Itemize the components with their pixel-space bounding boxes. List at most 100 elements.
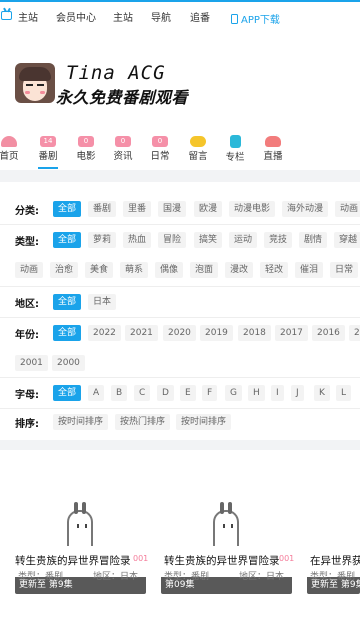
nav-main-site-2[interactable]: 主站 bbox=[113, 9, 133, 24]
filter-chip[interactable]: 美食 bbox=[85, 262, 114, 278]
sort-chip[interactable]: 按时间排序 bbox=[53, 414, 109, 430]
site-logo-avatar[interactable] bbox=[15, 63, 55, 103]
filter-label: 类型: bbox=[15, 237, 39, 248]
category-label: 专栏 bbox=[225, 152, 245, 163]
filter-label: 排序: bbox=[15, 419, 39, 430]
app-download-link[interactable]: APP下载 bbox=[231, 11, 280, 26]
filter-chip[interactable]: K bbox=[314, 385, 330, 401]
filter-chip[interactable]: 穿越 bbox=[334, 232, 360, 248]
filter-chip[interactable]: 日常 bbox=[330, 262, 359, 278]
anime-card[interactable]: 更新至 第9集 001 转生贵族的异世界冒险录 类型：番剧 地区：日本 bbox=[15, 450, 148, 640]
card-thumbnail[interactable]: 第09集 bbox=[161, 498, 293, 594]
filter-chip[interactable]: 2018 bbox=[238, 325, 271, 341]
filter-chip[interactable]: 泡面 bbox=[190, 262, 219, 278]
filter-chip[interactable]: 里番 bbox=[123, 201, 152, 217]
filter-chip[interactable]: 海外动漫 bbox=[282, 201, 329, 217]
card-title[interactable]: 在异世界获 bbox=[310, 553, 360, 568]
filter-chip[interactable]: E bbox=[180, 385, 196, 401]
filter-chip[interactable]: 全部 bbox=[53, 385, 82, 401]
card-thumbnail[interactable]: 更新至 第9集 bbox=[15, 498, 147, 594]
filter-chip[interactable]: 2021 bbox=[125, 325, 158, 341]
filter-chip[interactable]: 2019 bbox=[200, 325, 233, 341]
filter-chip[interactable]: 偶像 bbox=[155, 262, 184, 278]
category-column[interactable]: 专栏 bbox=[215, 130, 255, 163]
anime-card[interactable]: 第09集 001 转生贵族的异世界冒险录 类型：番剧 地区：日本 bbox=[161, 450, 294, 640]
category-label: 首页 bbox=[0, 151, 19, 162]
filter-chip[interactable]: D bbox=[157, 385, 174, 401]
filter-row-letter: 字母: 全部 A B C D E F G H I J K L bbox=[0, 378, 360, 409]
sort-chip[interactable]: 按热门排序 bbox=[115, 414, 171, 430]
filter-chip[interactable]: F bbox=[202, 385, 218, 401]
filter-chip[interactable]: 漫改 bbox=[225, 262, 254, 278]
category-news[interactable]: 0 资讯 bbox=[103, 130, 143, 162]
filter-chip[interactable]: 轻改 bbox=[260, 262, 289, 278]
card-thumbnail[interactable]: 更新至 第9集 bbox=[307, 498, 360, 594]
filter-chip[interactable]: 治愈 bbox=[50, 262, 79, 278]
filter-chip[interactable]: 动画 bbox=[15, 262, 44, 278]
nav-main-site[interactable]: 主站 bbox=[18, 9, 38, 24]
category-movie[interactable]: 0 电影 bbox=[66, 130, 106, 162]
filter-chip[interactable]: 番剧 bbox=[88, 201, 117, 217]
card-type: 类型：番剧 bbox=[18, 572, 64, 582]
filter-chip[interactable]: 萌系 bbox=[120, 262, 149, 278]
placeholder-mascot-icon bbox=[67, 502, 93, 546]
card-region: 地区：日本 bbox=[93, 572, 139, 582]
nav-member-center[interactable]: 会员中心 bbox=[56, 9, 96, 24]
card-type: 类型：番剧 bbox=[310, 572, 356, 582]
filter-chip[interactable]: 冒险 bbox=[158, 232, 187, 248]
card-title[interactable]: 转生贵族的异世界冒险录 bbox=[164, 553, 280, 568]
filter-chip[interactable]: 欧漫 bbox=[194, 201, 223, 217]
filter-chip[interactable]: 全部 bbox=[53, 325, 82, 341]
filter-chip[interactable]: 运动 bbox=[229, 232, 258, 248]
filter-chip[interactable]: 国漫 bbox=[158, 201, 187, 217]
filter-chip[interactable]: 动漫电影 bbox=[229, 201, 276, 217]
filter-chip[interactable]: 竞技 bbox=[264, 232, 293, 248]
filter-chip[interactable]: B bbox=[111, 385, 128, 401]
category-live[interactable]: 直播 bbox=[253, 130, 293, 162]
chat-icon bbox=[190, 136, 206, 147]
filter-chip[interactable]: L bbox=[336, 385, 352, 401]
filter-chip[interactable]: 搞笑 bbox=[194, 232, 223, 248]
nav-follow-anime[interactable]: 追番 bbox=[190, 9, 210, 24]
filter-row-sort: 排序: 按时间排序 按热门排序 按时间排序 bbox=[0, 409, 360, 440]
live-icon bbox=[265, 136, 281, 147]
anime-card-list: 更新至 第9集 001 转生贵族的异世界冒险录 类型：番剧 地区：日本 第09集… bbox=[0, 450, 360, 640]
filter-chip[interactable]: 全部 bbox=[53, 201, 82, 217]
filter-row-category: 分类: 全部 番剧 里番 国漫 欧漫 动漫电影 海外动漫 动画 bbox=[0, 194, 360, 225]
filter-chip[interactable]: 2020 bbox=[163, 325, 196, 341]
filter-chip[interactable]: 2000 bbox=[52, 355, 85, 371]
filter-chip[interactable]: G bbox=[225, 385, 242, 401]
filter-chip[interactable]: 动画 bbox=[335, 201, 360, 217]
tv-logo-icon[interactable] bbox=[1, 11, 12, 20]
filter-chip[interactable]: 剧情 bbox=[299, 232, 328, 248]
anime-card[interactable]: 更新至 第9集 在异世界获 类型：番剧 bbox=[307, 450, 360, 640]
card-title[interactable]: 转生贵族的异世界冒险录 bbox=[15, 553, 131, 568]
filter-chip[interactable]: 2001 bbox=[15, 355, 48, 371]
filter-chip[interactable]: C bbox=[134, 385, 151, 401]
category-anime[interactable]: 14 番剧 bbox=[28, 130, 68, 162]
filter-chip[interactable]: 热血 bbox=[123, 232, 152, 248]
category-label: 资讯 bbox=[113, 151, 133, 162]
filter-chip[interactable]: 2022 bbox=[88, 325, 121, 341]
category-home[interactable]: 首页 bbox=[0, 130, 29, 162]
filter-chip[interactable]: 2 bbox=[349, 325, 360, 341]
filter-chip[interactable]: J bbox=[291, 385, 304, 401]
category-message[interactable]: 留言 bbox=[178, 130, 218, 162]
top-nav-bar: 主站 会员中心 主站 导航 追番 APP下载 bbox=[0, 0, 360, 32]
category-label: 电影 bbox=[76, 151, 96, 162]
sort-chip[interactable]: 按时间排序 bbox=[176, 414, 232, 430]
filter-chip[interactable]: I bbox=[271, 385, 284, 401]
filter-chip[interactable]: 萝莉 bbox=[88, 232, 117, 248]
filter-chip[interactable]: 2016 bbox=[312, 325, 345, 341]
filter-chip[interactable]: 日本 bbox=[88, 294, 117, 310]
filter-chip[interactable]: H bbox=[248, 385, 265, 401]
home-icon bbox=[1, 136, 17, 147]
category-daily[interactable]: 0 日常 bbox=[140, 130, 180, 162]
filter-row-year: 年份: 全部 2022 2021 2020 2019 2018 2017 201… bbox=[0, 318, 360, 378]
filter-chip[interactable]: 催泪 bbox=[295, 262, 324, 278]
filter-chip[interactable]: A bbox=[88, 385, 105, 401]
nav-navigation[interactable]: 导航 bbox=[151, 9, 171, 24]
filter-chip[interactable]: 2017 bbox=[275, 325, 308, 341]
filter-chip[interactable]: 全部 bbox=[53, 294, 82, 310]
filter-chip[interactable]: 全部 bbox=[53, 232, 82, 248]
